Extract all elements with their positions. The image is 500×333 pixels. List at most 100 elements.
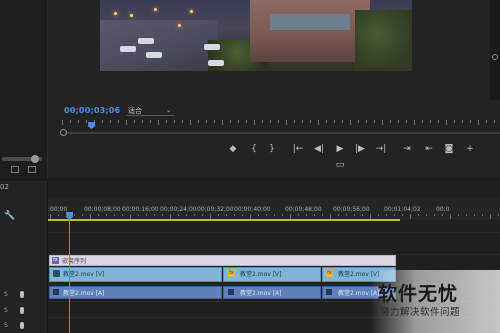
- ruler-tick: [306, 214, 307, 216]
- solo-track-button[interactable]: S: [4, 291, 8, 298]
- comparison-view-icon[interactable]: ▭: [335, 159, 345, 171]
- ruler-label: 00;00;32;00: [197, 206, 234, 213]
- ruler-tick: [286, 120, 287, 125]
- ruler-tick: [178, 214, 179, 216]
- ruler-tick: [206, 120, 207, 123]
- ruler-label: 00;00;24;00: [160, 206, 197, 213]
- mark-in-icon[interactable]: {: [249, 143, 259, 155]
- ruler-tick: [486, 120, 487, 123]
- nested-sequence-clip[interactable]: [49, 255, 396, 266]
- monitor-scrollbar[interactable]: [490, 0, 500, 100]
- video-lamp: [178, 24, 181, 27]
- go-to-out-icon[interactable]: →|: [375, 143, 387, 155]
- track-divider: [48, 232, 500, 233]
- video-lamp: [130, 14, 133, 17]
- ruler-tick: [194, 214, 195, 216]
- step-back-icon[interactable]: ◀|: [313, 143, 325, 155]
- video-lamp: [114, 12, 117, 15]
- ruler-tick: [102, 120, 103, 123]
- ruler-tick: [422, 120, 423, 123]
- ruler-tick: [90, 214, 91, 219]
- ruler-tick: [182, 120, 183, 123]
- export-frame-icon[interactable]: ◙: [444, 143, 454, 155]
- ruler-tick: [74, 214, 75, 216]
- project-zoom-slider-knob[interactable]: [31, 155, 39, 163]
- monitor-time-ruler[interactable]: [62, 120, 500, 126]
- ruler-tick: [266, 214, 267, 216]
- ruler-tick: [366, 120, 367, 123]
- playhead-line: [69, 220, 70, 333]
- ruler-tick: [498, 214, 499, 216]
- video-car: [120, 46, 136, 52]
- video-preview[interactable]: [100, 0, 412, 71]
- scrub-bar-handle[interactable]: [60, 129, 67, 136]
- go-to-in-icon[interactable]: |←: [292, 143, 304, 155]
- new-item-icon[interactable]: [28, 166, 36, 173]
- watermark-tagline: 努力解决软件问题: [380, 307, 461, 318]
- monitor-scrub-bar[interactable]: [62, 132, 500, 134]
- clip-label: 嵌套序列: [62, 258, 87, 265]
- microphone-icon[interactable]: [20, 307, 24, 314]
- ruler-tick: [430, 120, 431, 123]
- ruler-tick: [66, 214, 67, 216]
- ruler-tick: [318, 120, 319, 125]
- microphone-icon[interactable]: [20, 322, 24, 329]
- solo-track-button[interactable]: S: [4, 307, 8, 314]
- new-bin-icon[interactable]: [11, 166, 19, 173]
- ruler-tick: [490, 214, 491, 219]
- ruler-tick: [82, 214, 83, 216]
- ruler-tick: [354, 214, 355, 216]
- ruler-label: 00;00;40;00: [234, 206, 271, 213]
- insert-icon[interactable]: ⇥: [401, 143, 413, 155]
- ruler-label: 00;00;56;00: [333, 206, 370, 213]
- video-car: [146, 52, 162, 58]
- zoom-level-value: 适合: [128, 107, 142, 115]
- ruler-tick: [150, 120, 151, 123]
- ruler-tick: [442, 214, 443, 216]
- ruler-label: 00;00;08;00: [84, 206, 121, 213]
- ruler-tick: [478, 120, 479, 125]
- clip-label: 教堂2.mov [V]: [240, 271, 282, 278]
- ruler-label: 00;0: [436, 206, 450, 213]
- work-area-bar[interactable]: [48, 219, 400, 221]
- ruler-tick: [342, 120, 343, 123]
- watermark-logo: 软件无忧: [378, 283, 459, 305]
- ruler-tick: [450, 214, 451, 219]
- ruler-tick: [174, 120, 175, 123]
- solo-track-button[interactable]: S: [4, 322, 8, 329]
- ruler-tick: [346, 214, 347, 216]
- video-parking-lot: [100, 20, 218, 71]
- ruler-tick: [282, 214, 283, 216]
- ruler-tick: [462, 120, 463, 123]
- clip-thumbnail-icon: [53, 270, 60, 277]
- ruler-tick: [398, 120, 399, 123]
- sequence-tab-label[interactable]: 02: [0, 183, 9, 191]
- playhead-timecode[interactable]: 00;00;03;06: [64, 106, 120, 115]
- play-icon[interactable]: ▶: [334, 143, 346, 155]
- ruler-tick: [78, 120, 79, 123]
- wrench-icon[interactable]: 🔧: [4, 211, 15, 221]
- add-marker-icon[interactable]: ◆: [228, 143, 238, 155]
- ruler-label: 00;00;48;00: [285, 206, 322, 213]
- mark-out-icon[interactable]: }: [267, 143, 277, 155]
- video-car: [204, 44, 220, 50]
- overwrite-icon[interactable]: ⇤: [423, 143, 435, 155]
- ruler-tick: [214, 120, 215, 123]
- ruler-tick: [230, 120, 231, 123]
- project-panel: [0, 0, 48, 178]
- ruler-tick: [162, 214, 163, 216]
- step-forward-icon[interactable]: |▶: [354, 143, 366, 155]
- ruler-tick: [138, 214, 139, 216]
- microphone-icon[interactable]: [20, 291, 24, 298]
- ruler-tick: [246, 120, 247, 123]
- ruler-tick: [242, 214, 243, 216]
- ruler-tick: [254, 120, 255, 125]
- ruler-tick: [114, 214, 115, 216]
- video-lamp: [190, 10, 193, 13]
- ruler-tick: [330, 214, 331, 219]
- ruler-tick: [426, 214, 427, 216]
- ruler-tick: [370, 214, 371, 219]
- button-editor-icon[interactable]: +: [465, 143, 475, 155]
- ruler-tick: [390, 120, 391, 123]
- monitor-scroll-handle[interactable]: [492, 54, 498, 60]
